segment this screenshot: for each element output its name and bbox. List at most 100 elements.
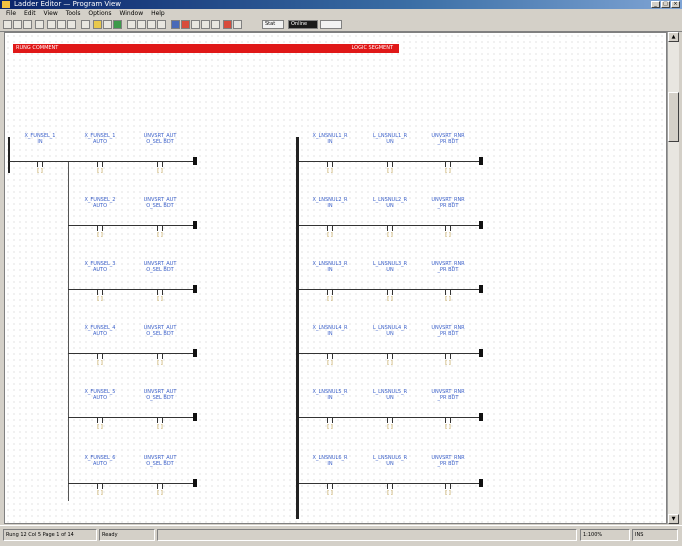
minimize-button[interactable]: _ <box>651 1 660 8</box>
status-bar: Rung 12 Col 5 Page 1 of 14 Ready 1:100% … <box>0 525 682 546</box>
scroll-down-icon[interactable]: ▼ <box>668 514 679 524</box>
contact[interactable]: UNVSRT_AUT O_SEL BDT [ ] <box>144 325 177 366</box>
new-icon[interactable] <box>3 20 12 29</box>
coil-icon[interactable] <box>193 285 197 293</box>
contact[interactable]: X_LNSNUL4_R IN[ ] <box>313 325 348 366</box>
coil-icon[interactable] <box>479 221 483 229</box>
contact[interactable]: UNVSRT_RNR _PR BDT [ ] <box>431 325 464 366</box>
monitor-icon[interactable] <box>171 20 180 29</box>
contact-icon <box>445 353 451 359</box>
search-icon[interactable] <box>103 20 112 29</box>
stop-icon[interactable] <box>181 20 190 29</box>
coil-icon[interactable] <box>479 157 483 165</box>
paste-icon[interactable] <box>67 20 76 29</box>
run-icon[interactable] <box>113 20 122 29</box>
menu-view[interactable]: View <box>41 9 61 18</box>
contact-icon <box>445 161 451 167</box>
coil-icon[interactable] <box>479 413 483 421</box>
contact[interactable]: UNVSRT_RNR _PR BDT [ ] <box>431 197 464 238</box>
contact[interactable]: UNVSRT_AUT O_SEL BDT [ ] <box>144 133 177 174</box>
rung-icon[interactable] <box>157 20 166 29</box>
contact-icon <box>387 483 393 489</box>
save-icon[interactable] <box>23 20 32 29</box>
watch-icon[interactable] <box>233 20 242 29</box>
force-icon[interactable] <box>223 20 232 29</box>
open-icon[interactable] <box>13 20 22 29</box>
contact-glyph: [ ] <box>387 490 393 496</box>
coil-icon[interactable] <box>479 285 483 293</box>
contact[interactable]: L_LNSNUL4_R UN[ ] <box>373 325 407 366</box>
contact[interactable]: UNVSRT_RNR _PR BDT [ ] <box>431 133 464 174</box>
contact[interactable]: UNVSRT_AUT O_SEL BDT [ ] <box>144 389 177 430</box>
contact[interactable]: X_LNSNUL5_R IN[ ] <box>313 389 348 430</box>
contact[interactable]: X_FUNSEL_2 AUTO[ ] <box>84 197 115 238</box>
contact[interactable]: X_LNSNUL2_R IN[ ] <box>313 197 348 238</box>
toolbar: Stat Online <box>0 18 682 32</box>
contact[interactable]: X_LNSNUL1_R IN[ ] <box>313 133 348 174</box>
contact[interactable]: UNVSRT_AUT O_SEL BDT [ ] <box>144 261 177 302</box>
coil-icon[interactable] <box>193 157 197 165</box>
rung-wire <box>68 417 193 418</box>
contact-icon <box>327 417 333 423</box>
menu-options[interactable]: Options <box>85 9 114 18</box>
vertical-scrollbar[interactable]: ▲ ▼ <box>667 32 679 524</box>
online-icon[interactable] <box>191 20 200 29</box>
menu-file[interactable]: File <box>3 9 19 18</box>
coil-icon[interactable] <box>137 20 146 29</box>
contact-glyph: [ ] <box>157 296 163 302</box>
contact[interactable]: L_LNSNUL2_R UN[ ] <box>373 197 407 238</box>
contact[interactable]: X_FUNSEL_4 AUTO[ ] <box>84 325 115 366</box>
offline-icon[interactable] <box>201 20 210 29</box>
contact[interactable]: L_LNSNUL5_R UN[ ] <box>373 389 407 430</box>
scroll-up-icon[interactable]: ▲ <box>668 32 679 42</box>
coil-icon[interactable] <box>193 221 197 229</box>
ladder-canvas[interactable]: RUNG COMMENT LOGIC SEGMENT X_FUNSEL_1 IN… <box>4 32 667 524</box>
close-button[interactable]: × <box>671 1 680 8</box>
scroll-thumb[interactable] <box>668 92 679 142</box>
branch-icon[interactable] <box>147 20 156 29</box>
contact[interactable]: X_FUNSEL_1 AUTO[ ] <box>84 133 115 174</box>
contact[interactable]: L_LNSNUL3_R UN[ ] <box>373 261 407 302</box>
contact[interactable]: L_LNSNUL1_R UN[ ] <box>373 133 407 174</box>
contact[interactable]: X_FUNSEL_5 AUTO[ ] <box>84 389 115 430</box>
print-icon[interactable] <box>35 20 44 29</box>
coil-icon[interactable] <box>193 479 197 487</box>
blank-field[interactable] <box>320 20 342 29</box>
download-icon[interactable] <box>211 20 220 29</box>
copy-icon[interactable] <box>57 20 66 29</box>
contact[interactable]: X_LNSNUL6_R IN[ ] <box>313 455 348 496</box>
contact[interactable]: UNVSRT_RNR _PR BDT [ ] <box>431 261 464 302</box>
coil-icon[interactable] <box>479 479 483 487</box>
contact[interactable]: UNVSRT_AUT O_SEL BDT [ ] <box>144 455 177 496</box>
coil-icon[interactable] <box>479 349 483 357</box>
undo-icon[interactable] <box>81 20 90 29</box>
contact[interactable]: X_LNSNUL3_R IN[ ] <box>313 261 348 302</box>
contact[interactable]: X_FUNSEL_6 AUTO[ ] <box>84 455 115 496</box>
contact[interactable]: UNVSRT_AUT O_SEL BDT [ ] <box>144 197 177 238</box>
coil-icon[interactable] <box>193 349 197 357</box>
mode-field[interactable]: Online <box>288 20 318 29</box>
contact[interactable]: X_FUNSEL_1 IN[ ] <box>24 133 55 174</box>
banner-left-text: RUNG COMMENT <box>16 45 59 51</box>
maximize-button[interactable]: □ <box>661 1 670 8</box>
contact-icon <box>97 417 103 423</box>
compile-icon[interactable] <box>93 20 102 29</box>
contact-glyph: [ ] <box>327 168 333 174</box>
coil-icon[interactable] <box>193 413 197 421</box>
menu-edit[interactable]: Edit <box>21 9 39 18</box>
contact-icon <box>157 225 163 231</box>
contact-icon[interactable] <box>127 20 136 29</box>
contact-icon <box>387 225 393 231</box>
menu-window[interactable]: Window <box>116 9 146 18</box>
contact[interactable]: X_FUNSEL_3 AUTO[ ] <box>84 261 115 302</box>
contact[interactable]: UNVSRT_RNR _PR BDT [ ] <box>431 389 464 430</box>
contact-glyph: [ ] <box>97 168 103 174</box>
contact-icon <box>37 161 43 167</box>
menu-tools[interactable]: Tools <box>63 9 84 18</box>
contact[interactable]: UNVSRT_RNR _PR BDT [ ] <box>431 455 464 496</box>
menu-help[interactable]: Help <box>148 9 168 18</box>
contact-tag: UNVSRT_AUT O_SEL BDT <box>143 389 177 401</box>
cut-icon[interactable] <box>47 20 56 29</box>
contact[interactable]: L_LNSNUL6_R UN[ ] <box>373 455 407 496</box>
stat-field[interactable]: Stat <box>262 20 284 29</box>
